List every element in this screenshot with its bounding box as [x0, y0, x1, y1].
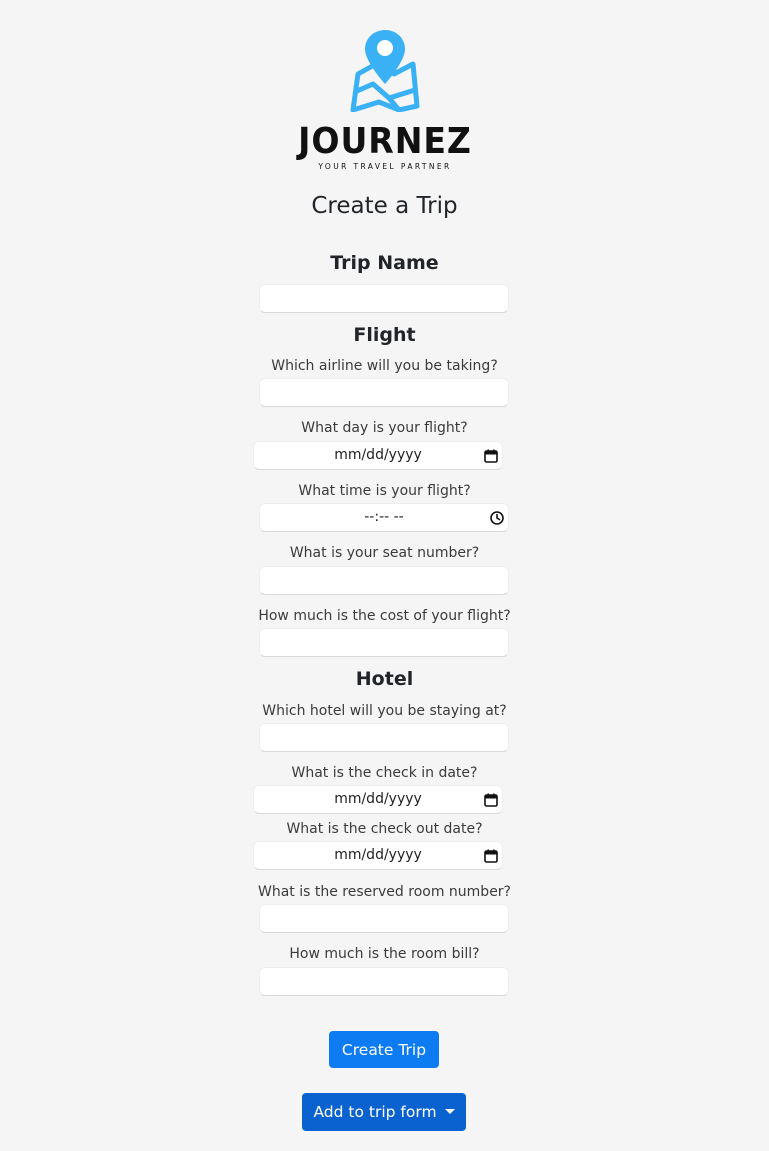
trip-name-input[interactable]: [259, 284, 509, 313]
map-pin-icon: [350, 30, 420, 112]
checkin-date-placeholder: mm/dd/yyyy: [334, 791, 422, 807]
checkout-date-placeholder: mm/dd/yyyy: [334, 847, 422, 863]
room-number-input[interactable]: [259, 904, 509, 933]
flight-time-placeholder: --:-- --: [364, 509, 404, 525]
checkin-date-input[interactable]: mm/dd/yyyy: [253, 785, 503, 814]
brand-logo: JOURNEZ YOUR TRAVEL PARTNER: [289, 28, 481, 171]
flight-time-label: What time is your flight?: [298, 483, 471, 499]
hotel-name-label: Which hotel will you be staying at?: [262, 703, 507, 719]
add-to-trip-form-label: Add to trip form: [313, 1103, 437, 1121]
checkout-date-input[interactable]: mm/dd/yyyy: [253, 841, 503, 870]
calendar-icon[interactable]: [483, 448, 499, 464]
flight-heading: Flight: [353, 324, 416, 346]
flight-cost-input[interactable]: [259, 628, 509, 657]
trip-name-heading: Trip Name: [330, 252, 439, 274]
add-to-trip-form-dropdown[interactable]: Add to trip form: [302, 1093, 466, 1131]
checkout-label: What is the check out date?: [286, 821, 483, 837]
room-bill-label: How much is the room bill?: [289, 946, 480, 962]
caret-down-icon: [444, 1108, 455, 1114]
airline-label: Which airline will you be taking?: [271, 358, 498, 374]
clock-icon[interactable]: [489, 510, 505, 526]
room-bill-input[interactable]: [259, 967, 509, 996]
checkin-label: What is the check in date?: [291, 765, 478, 781]
flight-time-input[interactable]: --:-- --: [259, 503, 509, 532]
calendar-icon[interactable]: [483, 792, 499, 808]
page-title: Create a Trip: [311, 193, 458, 219]
create-trip-button[interactable]: Create Trip: [329, 1031, 439, 1068]
seat-label: What is your seat number?: [289, 545, 480, 561]
flight-cost-label: How much is the cost of your flight?: [258, 608, 511, 624]
brand-name: JOURNEZ: [298, 121, 472, 162]
seat-input[interactable]: [259, 566, 509, 595]
room-number-label: What is the reserved room number?: [258, 884, 511, 900]
hotel-name-input[interactable]: [259, 723, 509, 752]
airline-input[interactable]: [259, 378, 509, 407]
flight-date-placeholder: mm/dd/yyyy: [334, 447, 422, 463]
flight-date-label: What day is your flight?: [301, 420, 468, 436]
brand-tagline: YOUR TRAVEL PARTNER: [318, 162, 452, 171]
flight-date-input[interactable]: mm/dd/yyyy: [253, 441, 503, 470]
calendar-icon[interactable]: [483, 848, 499, 864]
hotel-heading: Hotel: [355, 668, 414, 690]
